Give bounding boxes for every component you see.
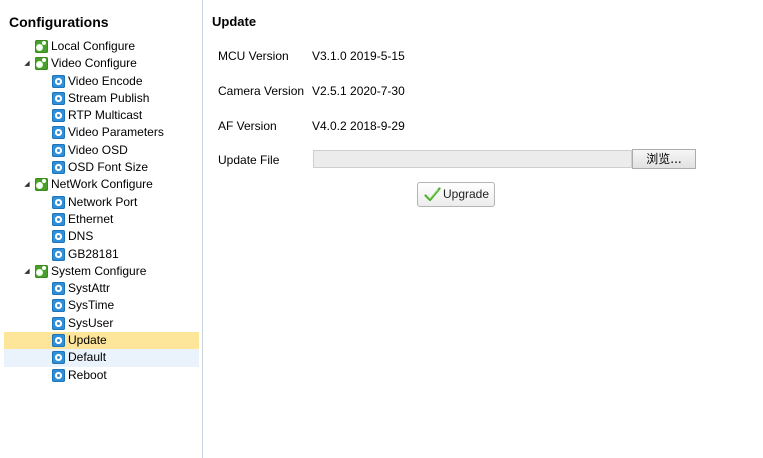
sidebar-item-systattr[interactable]: SystAttr bbox=[4, 280, 199, 297]
gear-icon bbox=[52, 351, 65, 365]
sidebar-item-rtp-multicast[interactable]: RTP Multicast bbox=[4, 107, 199, 124]
gear-icon bbox=[52, 334, 65, 348]
gear-icon bbox=[52, 74, 65, 88]
gear-icon bbox=[52, 282, 65, 296]
gear-icon bbox=[52, 368, 65, 382]
expand-arrow-icon[interactable]: ◢ bbox=[22, 176, 32, 193]
sidebar-item-update[interactable]: Update bbox=[4, 332, 199, 350]
sidebar-item-label: Ethernet bbox=[68, 211, 114, 226]
camera-version-label: Camera Version bbox=[218, 84, 305, 98]
main-panel: Update MCU Version V3.1.0 2019-5-15 Came… bbox=[204, 0, 763, 458]
sidebar-item-sysuser[interactable]: SysUser bbox=[4, 315, 199, 332]
page-title: Update bbox=[212, 14, 257, 29]
group-gear-icon bbox=[35, 264, 48, 278]
sidebar-title: Configurations bbox=[9, 14, 109, 30]
sidebar-item-label: Video OSD bbox=[68, 142, 128, 157]
mcu-version-value: V3.1.0 2019-5-15 bbox=[312, 49, 405, 63]
gear-icon bbox=[52, 161, 65, 175]
config-tree: Local Configure ◢ Video Configure Video Enc… bbox=[4, 38, 199, 384]
gear-icon bbox=[52, 316, 65, 330]
af-version-label: AF Version bbox=[218, 119, 277, 133]
sidebar-item-label: Network Port bbox=[68, 194, 138, 209]
check-icon bbox=[424, 187, 441, 202]
sidebar-item-label: Default bbox=[68, 350, 107, 365]
sidebar-item-label: Update bbox=[68, 333, 107, 348]
sidebar-item-label: Video Parameters bbox=[68, 125, 164, 140]
gear-icon bbox=[52, 212, 65, 226]
sidebar: Configurations Local Configure ◢ Video Con… bbox=[4, 0, 203, 458]
upgrade-button-label: Upgrade bbox=[443, 187, 490, 201]
gear-icon bbox=[52, 247, 65, 261]
sidebar-item-network-port[interactable]: Network Port bbox=[4, 194, 199, 211]
gear-icon bbox=[52, 109, 65, 123]
sidebar-item-label: OSD Font Size bbox=[68, 160, 149, 175]
sidebar-item-default[interactable]: Default bbox=[4, 349, 199, 367]
sidebar-item-label: Stream Publish bbox=[68, 90, 150, 105]
gear-icon bbox=[52, 195, 65, 209]
sidebar-item-reboot[interactable]: Reboot bbox=[4, 367, 199, 384]
update-file-label: Update File bbox=[218, 153, 280, 167]
sidebar-item-video-encode[interactable]: Video Encode bbox=[4, 73, 199, 90]
af-version-value: V4.0.2 2018-9-29 bbox=[312, 119, 405, 133]
sidebar-item-local-configure[interactable]: Local Configure bbox=[4, 38, 199, 55]
mcu-version-label: MCU Version bbox=[218, 49, 289, 63]
sidebar-item-label: Video Encode bbox=[68, 73, 143, 88]
browse-button[interactable]: 浏览... bbox=[632, 149, 696, 169]
sidebar-item-stream-publish[interactable]: Stream Publish bbox=[4, 90, 199, 107]
sidebar-item-label: Video Configure bbox=[51, 56, 137, 71]
sidebar-item-label: Reboot bbox=[68, 367, 107, 382]
sidebar-item-video-osd[interactable]: Video OSD bbox=[4, 142, 199, 159]
sidebar-item-gb28181[interactable]: GB28181 bbox=[4, 246, 199, 263]
expand-arrow-icon[interactable]: ◢ bbox=[22, 263, 32, 280]
sidebar-item-label: GB28181 bbox=[68, 246, 119, 261]
sidebar-item-label: SysTime bbox=[68, 298, 115, 313]
group-gear-icon bbox=[35, 178, 48, 192]
sidebar-item-video-parameters[interactable]: Video Parameters bbox=[4, 124, 199, 141]
sidebar-item-label: SystAttr bbox=[68, 281, 111, 296]
sidebar-item-ethernet[interactable]: Ethernet bbox=[4, 211, 199, 228]
group-gear-icon bbox=[35, 40, 48, 53]
sidebar-item-label: SysUser bbox=[68, 315, 114, 330]
sidebar-item-label: Local Configure bbox=[51, 39, 136, 53]
sidebar-item-osd-font-size[interactable]: OSD Font Size bbox=[4, 159, 199, 176]
gear-icon bbox=[52, 126, 65, 140]
sidebar-item-label: System Configure bbox=[51, 263, 147, 278]
sidebar-item-system-configure[interactable]: ◢ System Configure bbox=[4, 263, 199, 280]
expand-arrow-icon[interactable]: ◢ bbox=[22, 55, 32, 72]
upgrade-button[interactable]: Upgrade bbox=[417, 182, 495, 207]
sidebar-item-network-configure[interactable]: ◢ NetWork Configure bbox=[4, 176, 199, 193]
sidebar-item-video-configure[interactable]: ◢ Video Configure bbox=[4, 55, 199, 72]
sidebar-item-label: RTP Multicast bbox=[68, 108, 143, 123]
gear-icon bbox=[52, 143, 65, 157]
gear-icon bbox=[52, 230, 65, 244]
sidebar-item-dns[interactable]: DNS bbox=[4, 228, 199, 245]
sidebar-item-label: DNS bbox=[68, 229, 94, 244]
sidebar-item-label: NetWork Configure bbox=[51, 177, 153, 192]
group-gear-icon bbox=[35, 57, 48, 71]
camera-version-value: V2.5.1 2020-7-30 bbox=[312, 84, 405, 98]
app-window: Configurations Local Configure ◢ Video Con… bbox=[0, 0, 763, 458]
update-file-input[interactable] bbox=[313, 150, 632, 168]
gear-icon bbox=[52, 299, 65, 313]
gear-icon bbox=[52, 91, 65, 105]
sidebar-item-systime[interactable]: SysTime bbox=[4, 297, 199, 314]
